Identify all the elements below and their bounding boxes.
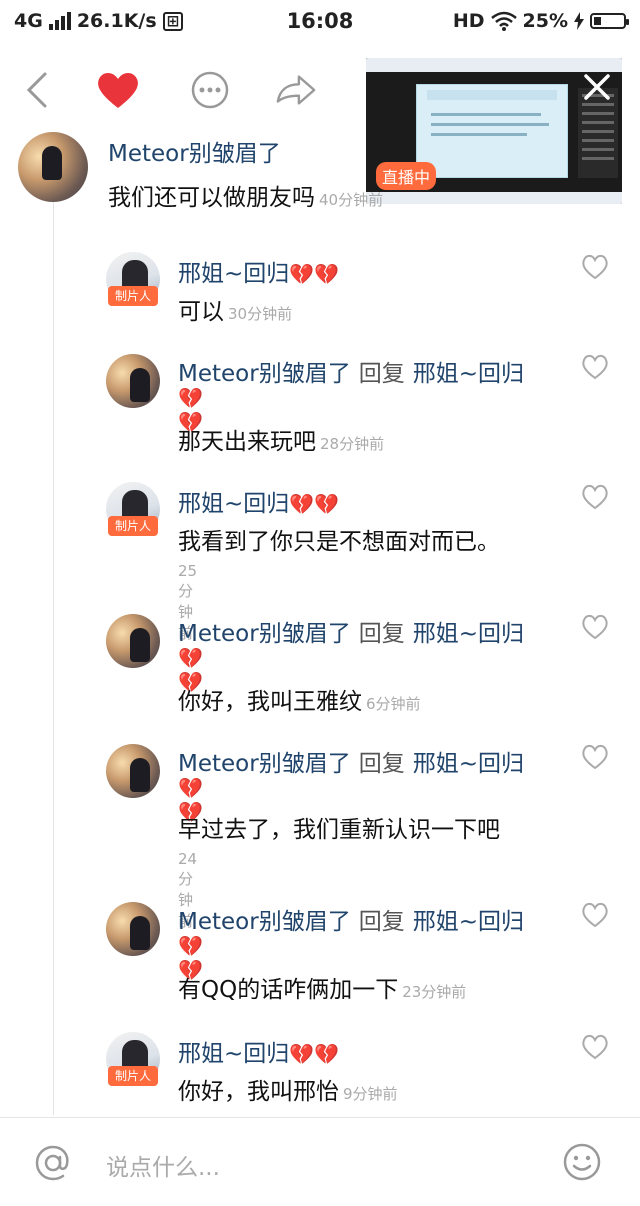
reply-word: 回复 — [358, 361, 405, 387]
reply-author[interactable]: 邢姐~回归💔💔 — [178, 254, 339, 288]
reply-text[interactable]: 那天出来玩吧 28分钟前 — [178, 422, 384, 456]
like-heart-icon[interactable] — [581, 744, 609, 770]
emoji-icon[interactable] — [562, 1142, 602, 1182]
reply-text[interactable]: 你好，我叫邢怡 9分钟前 — [178, 1072, 398, 1106]
heart-icon[interactable] — [96, 68, 140, 112]
comment-time: 40分钟前 — [319, 191, 384, 209]
like-heart-icon[interactable] — [581, 614, 609, 640]
at-icon[interactable] — [34, 1144, 72, 1182]
author-name: 邢姐~回归 — [178, 261, 290, 287]
producer-badge: 制片人 — [108, 1066, 158, 1086]
more-icon[interactable] — [188, 68, 232, 112]
reply-text-content: 你好，我叫邢怡 — [178, 1079, 339, 1105]
reply-author[interactable]: 邢姐~回归💔💔 — [178, 1034, 339, 1068]
charging-icon — [574, 12, 584, 30]
like-heart-icon[interactable] — [581, 1034, 609, 1060]
broken-heart-icon: 💔💔 — [289, 262, 340, 286]
close-icon[interactable] — [580, 70, 614, 104]
avatar[interactable] — [106, 902, 160, 956]
live-video-pip[interactable]: 直播中 — [366, 58, 622, 204]
reply-word: 回复 — [358, 751, 405, 777]
status-bar: 4G 26.1K/s ⊞ 16:08 HD 25% — [0, 0, 640, 46]
reply-time: 30分钟前 — [228, 305, 293, 323]
status-right: HD 25% — [452, 10, 629, 32]
slide-thumbnail — [416, 84, 568, 178]
like-heart-icon[interactable] — [581, 354, 609, 380]
reply-to-name[interactable]: 邢姐~回归 — [413, 361, 524, 387]
author-name: Meteor别皱眉了 — [178, 909, 351, 935]
author-name: 邢姐~回归 — [178, 491, 290, 517]
reply-time: 6分钟前 — [366, 695, 421, 713]
producer-badge: 制片人 — [108, 516, 158, 536]
like-heart-icon[interactable] — [581, 902, 609, 928]
reply-text[interactable]: 早过去了，我们重新认识一下吧 — [178, 810, 500, 844]
reply-time: 23分钟前 — [402, 983, 467, 1001]
author-name: Meteor别皱眉了 — [178, 361, 351, 387]
comment-input-bar: 说点什么... — [0, 1117, 640, 1206]
reply-text-content: 可以 — [178, 299, 224, 325]
reply-text[interactable]: 有QQ的话咋俩加一下 23分钟前 — [178, 970, 466, 1004]
reply-to-name[interactable]: 邢姐~回归 — [413, 621, 524, 647]
broken-heart-icon: 💔💔 — [289, 492, 340, 516]
avatar[interactable] — [18, 132, 88, 202]
reply-to-name[interactable]: 邢姐~回归 — [413, 909, 524, 935]
reply-author[interactable]: Meteor别皱眉了 回复 邢姐~回归 — [178, 902, 524, 936]
reply-text[interactable]: 你好，我叫王雅纹 6分钟前 — [178, 682, 421, 716]
video-taskbar — [366, 192, 622, 204]
reply-author[interactable]: Meteor别皱眉了 回复 邢姐~回归 — [178, 614, 524, 648]
reply-text[interactable]: 我看到了你只是不想面对而已。 — [178, 522, 500, 556]
author-name: 邢姐~回归 — [178, 1041, 290, 1067]
comment-input[interactable]: 说点什么... — [106, 1148, 220, 1182]
comment-author[interactable]: Meteor别皱眉了 — [108, 134, 281, 168]
author-name: Meteor别皱眉了 — [178, 621, 351, 647]
reply-text-content: 那天出来玩吧 — [178, 429, 316, 455]
hd-label: HD — [452, 10, 485, 32]
back-icon[interactable] — [14, 68, 58, 112]
avatar[interactable] — [106, 744, 160, 798]
author-name: Meteor别皱眉了 — [178, 751, 351, 777]
avatar[interactable] — [106, 614, 160, 668]
reply-author[interactable]: Meteor别皱眉了 回复 邢姐~回归 — [178, 744, 524, 778]
battery-icon — [590, 13, 629, 29]
broken-heart-icon: 💔💔 — [289, 1042, 340, 1066]
live-badge: 直播中 — [376, 162, 437, 190]
reply-text-content: 你好，我叫王雅纹 — [178, 689, 362, 715]
comment-text-content: 我们还可以做朋友吗 — [108, 185, 315, 211]
producer-badge: 制片人 — [108, 286, 158, 306]
reply-author[interactable]: 邢姐~回归💔💔 — [178, 484, 339, 518]
reply-to-name[interactable]: 邢姐~回归 — [413, 751, 524, 777]
wifi-icon — [490, 11, 517, 31]
reply-text-content: 有QQ的话咋俩加一下 — [178, 977, 399, 1003]
reply-word: 回复 — [358, 621, 405, 647]
reply-time: 9分钟前 — [343, 1085, 398, 1103]
reply-author[interactable]: Meteor别皱眉了 回复 邢姐~回归 — [178, 354, 524, 388]
thread-line — [53, 200, 54, 1115]
reply-time: 28分钟前 — [320, 435, 385, 453]
reply-text[interactable]: 可以 30分钟前 — [178, 292, 292, 326]
like-heart-icon[interactable] — [581, 254, 609, 280]
avatar[interactable] — [106, 354, 160, 408]
reply-word: 回复 — [358, 909, 405, 935]
battery-percent: 25% — [522, 10, 568, 32]
comment-text[interactable]: 我们还可以做朋友吗 40分钟前 — [108, 178, 383, 212]
like-heart-icon[interactable] — [581, 484, 609, 510]
share-icon[interactable] — [274, 68, 318, 112]
